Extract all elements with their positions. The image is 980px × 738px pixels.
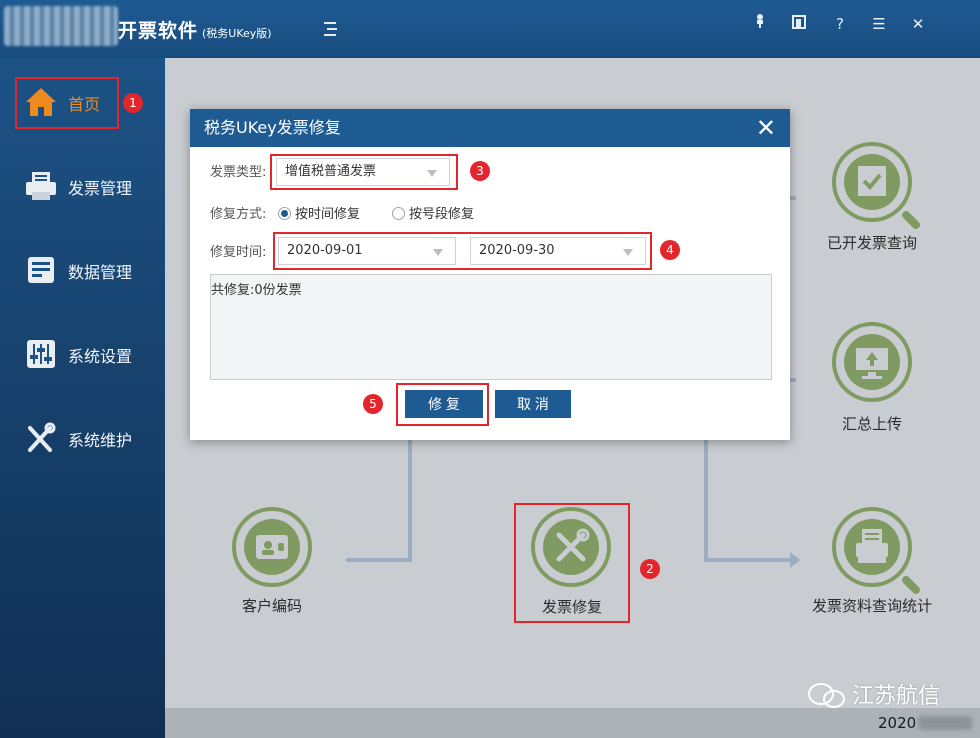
- pin-icon[interactable]: [748, 12, 772, 36]
- sidebar-item-invoice-management[interactable]: 发票管理: [0, 156, 165, 216]
- radio-unchecked-icon: [392, 207, 405, 220]
- database-icon: [24, 254, 58, 286]
- collapse-menu-icon[interactable]: [318, 18, 340, 40]
- repair-time-label: 修复时间:: [210, 245, 267, 260]
- highlight-box: [273, 232, 652, 270]
- summary-upload-label[interactable]: 汇总上传: [820, 413, 924, 434]
- skin-icon[interactable]: [787, 12, 811, 36]
- customer-code-icon[interactable]: [232, 507, 312, 587]
- repair-mode-label: 修复方式:: [210, 207, 267, 222]
- sidebar-item-label: 发票管理: [68, 179, 133, 198]
- repair-result-box: 共修复:0份发票: [210, 274, 772, 380]
- issued-invoice-query-icon[interactable]: [832, 142, 922, 231]
- radio-label: 按时间修复: [295, 207, 361, 222]
- sidebar-item-system-maintenance[interactable]: 系统维护: [0, 408, 165, 468]
- sidebar-item-label: 系统设置: [68, 347, 133, 366]
- blurred-text: [918, 716, 972, 730]
- dialog-title: 税务UKey发票修复: [190, 109, 790, 147]
- radio-repair-by-number[interactable]: 按号段修复: [392, 203, 474, 222]
- step-badge: 2: [640, 559, 660, 579]
- close-window-icon[interactable]: ✕: [906, 12, 930, 36]
- arrow-head: [790, 552, 800, 568]
- title-bar: 开票软件 (税务UKey版) ? ☰ ✕: [0, 0, 980, 58]
- status-bar: [165, 708, 980, 738]
- cancel-button[interactable]: 取 消: [495, 390, 571, 418]
- help-icon[interactable]: ?: [828, 12, 852, 36]
- app-title-text: 开票软件: [118, 20, 199, 42]
- highlight-box: [270, 154, 458, 190]
- year-text: 2020: [878, 714, 917, 732]
- invoice-type-label: 发票类型:: [210, 165, 267, 180]
- highlight-box: [15, 77, 119, 129]
- highlight-box: [396, 383, 489, 426]
- step-badge: 3: [470, 161, 490, 181]
- connector-line: [790, 196, 796, 200]
- connector-line: [408, 440, 412, 562]
- step-badge: 4: [660, 240, 680, 260]
- wechat-icon: [807, 682, 847, 710]
- repair-result-text: 共修复:0份发票: [211, 283, 302, 298]
- invoice-stats-icon[interactable]: [832, 507, 922, 596]
- radio-label: 按号段修复: [409, 207, 475, 222]
- invoice-stats-label[interactable]: 发票资料查询统计: [800, 595, 944, 616]
- step-badge: 1: [123, 93, 143, 113]
- step-badge: 5: [363, 394, 383, 414]
- connector-line: [790, 378, 796, 382]
- wrench-screwdriver-icon: [24, 422, 58, 454]
- sidebar: 首页 发票管理 数据管理 系统设置 系统维护: [0, 58, 165, 738]
- printer-icon: [24, 170, 58, 202]
- summary-upload-icon[interactable]: [832, 322, 912, 402]
- sidebar-item-data-management[interactable]: 数据管理: [0, 240, 165, 300]
- highlight-box: [514, 503, 630, 623]
- sidebar-item-system-settings[interactable]: 系统设置: [0, 324, 165, 384]
- app-title-suffix: (税务UKey版): [202, 27, 272, 40]
- sidebar-item-label: 数据管理: [68, 263, 133, 282]
- app-logo: [4, 6, 118, 46]
- issued-invoice-query-label[interactable]: 已开发票查询: [810, 232, 934, 253]
- radio-repair-by-time[interactable]: 按时间修复: [278, 203, 360, 222]
- connector-line: [704, 440, 708, 562]
- sidebar-item-label: 系统维护: [68, 431, 133, 450]
- app-title: 开票软件 (税务UKey版): [118, 16, 272, 43]
- watermark-text: 江苏航信: [852, 684, 941, 709]
- dialog-close-icon[interactable]: ✕: [756, 114, 776, 142]
- sliders-icon: [24, 338, 58, 370]
- connector-line: [346, 558, 412, 562]
- customer-code-label[interactable]: 客户编码: [220, 595, 324, 616]
- menu-icon[interactable]: ☰: [867, 12, 891, 36]
- connector-line: [704, 558, 794, 562]
- radio-checked-icon: [278, 207, 291, 220]
